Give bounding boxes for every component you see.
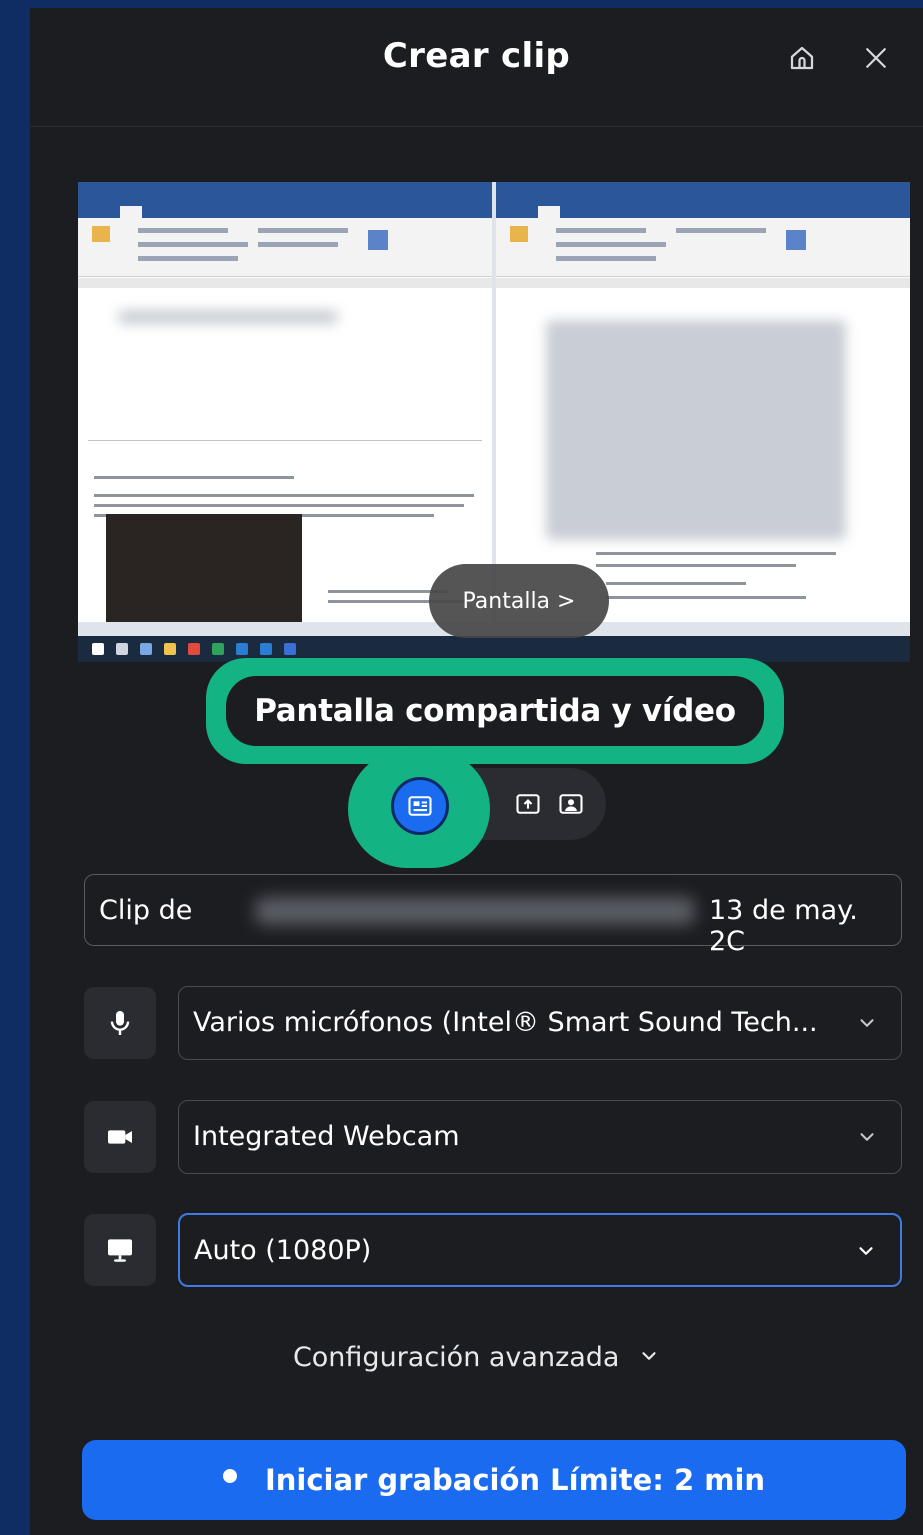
create-clip-panel: Crear clip Pantalla > Pantalla compartid… — [30, 8, 923, 1535]
home-icon[interactable] — [782, 38, 822, 78]
chevron-down-icon — [854, 1239, 878, 1263]
mode-label: Pantalla compartida y vídeo — [226, 676, 764, 746]
resolution-value: Auto (1080P) — [194, 1235, 372, 1266]
mode-video-only-button[interactable] — [545, 778, 597, 830]
microphone-value: Varios micrófonos (Intel® Smart Sound Te… — [193, 1007, 818, 1038]
chevron-down-icon — [638, 1343, 660, 1374]
microphone-icon-button[interactable] — [84, 987, 156, 1059]
screen-preview: Pantalla > — [78, 182, 910, 662]
resolution-select[interactable]: Auto (1080P) — [178, 1213, 902, 1287]
camera-value: Integrated Webcam — [193, 1121, 460, 1152]
clip-name-prefix: Clip de — [99, 895, 193, 926]
clip-name-date: 13 de may. 2C — [709, 895, 858, 957]
redacted-name — [255, 897, 695, 925]
outer-frame: Crear clip Pantalla > Pantalla compartid… — [0, 0, 923, 1535]
video-camera-icon — [108, 1130, 132, 1144]
microphone-select[interactable]: Varios micrófonos (Intel® Smart Sound Te… — [178, 986, 902, 1060]
camera-portrait-icon — [559, 794, 583, 814]
advanced-settings-label: Configuración avanzada — [292, 1342, 620, 1373]
camera-select[interactable]: Integrated Webcam — [178, 1100, 902, 1174]
webcam-thumbnail — [106, 514, 302, 622]
record-dot-icon — [222, 1469, 237, 1483]
screen-share-icon — [516, 794, 540, 814]
panel-header: Crear clip — [30, 8, 923, 127]
mode-screen-and-video-button[interactable] — [391, 777, 449, 835]
monitor-icon-button[interactable] — [84, 1214, 156, 1286]
chevron-down-icon — [855, 1125, 879, 1149]
close-icon[interactable] — [856, 38, 896, 78]
document-preview — [78, 182, 492, 622]
screen-source-selector[interactable]: Pantalla > — [429, 564, 609, 638]
monitor-icon — [108, 1239, 132, 1262]
camera-icon-button[interactable] — [84, 1101, 156, 1173]
chevron-down-icon — [855, 1011, 879, 1035]
screen-video-icon — [408, 796, 432, 816]
start-recording-button[interactable]: Iniciar grabación Límite: 2 min — [82, 1440, 906, 1520]
clip-name-input[interactable]: Clip de 13 de may. 2C — [84, 874, 902, 957]
start-recording-label: Iniciar grabación Límite: 2 min — [264, 1463, 766, 1497]
document-preview-right — [496, 182, 910, 622]
microphone-icon — [110, 1011, 130, 1035]
advanced-settings-toggle[interactable]: Configuración avanzada — [30, 1342, 923, 1374]
